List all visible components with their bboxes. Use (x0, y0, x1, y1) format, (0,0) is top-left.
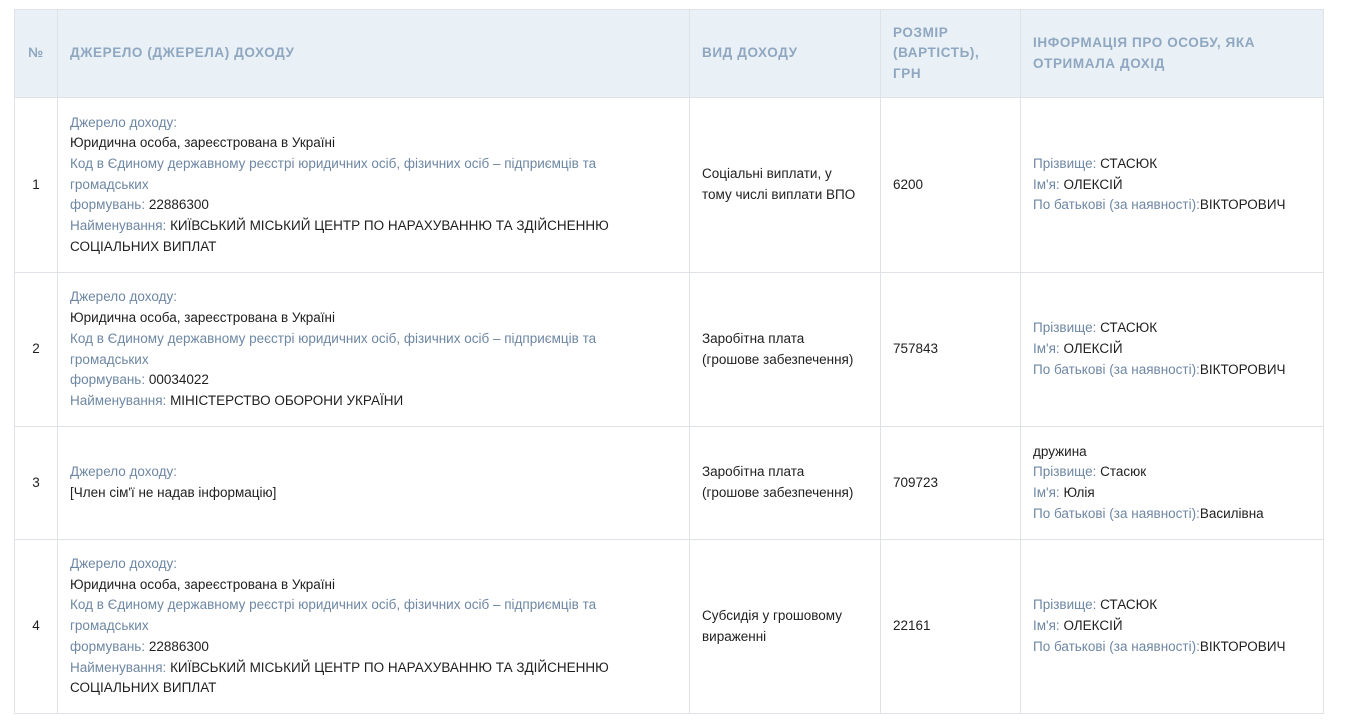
person-cell: Прізвище: СТАСЮК Ім'я: ОЛЕКСІЙ По батько… (1020, 539, 1324, 714)
income-type-line1: Заробітна плата (702, 330, 805, 346)
header-amount-line1: РОЗМІР (893, 24, 949, 40)
income-table-container: № ДЖЕРЕЛО (ДЖЕРЕЛА) ДОХОДУ ВИД ДОХОДУ РО… (14, 9, 1324, 714)
patronymic-label: По батькові (за наявності): (1033, 638, 1200, 654)
header-amount-line3: ГРН (893, 65, 922, 81)
header-person: ІНФОРМАЦІЯ ПРО ОСОБУ, ЯКА ОТРИМАЛА ДОХІД (1020, 9, 1324, 98)
surname-value: СТАСЮК (1100, 155, 1158, 171)
name-label: Найменування: (70, 218, 167, 234)
income-type-cell: Заробітна плата (грошове забезпечення) (689, 272, 881, 427)
source-label: Джерело доходу: (70, 464, 177, 480)
code-value: 00034022 (148, 372, 209, 388)
header-person-line2: ОТРИМАЛА ДОХІД (1033, 55, 1165, 71)
first-name-value: ОЛЕКСІЙ (1063, 618, 1123, 634)
income-type-line2: вираженні (702, 628, 767, 644)
person-cell: Прізвище: СТАСЮК Ім'я: ОЛЕКСІЙ По батько… (1020, 272, 1324, 427)
code-label: Код в Єдиному державному реєстрі юридичн… (70, 155, 597, 192)
header-num: № (14, 9, 58, 98)
first-name-label: Ім'я: (1033, 618, 1060, 634)
code-label-cont: формувань: (70, 372, 146, 388)
source-label: Джерело доходу: (70, 289, 177, 305)
row-num: 3 (14, 426, 58, 540)
patronymic-value: ВІКТОРОВИЧ (1199, 197, 1286, 213)
amount-cell: 6200 (880, 97, 1021, 273)
table-row: 1 Джерело доходу: Юридична особа, зареєс… (14, 97, 1324, 273)
code-label: Код в Єдиному державному реєстрі юридичн… (70, 330, 597, 367)
source-label: Джерело доходу: (70, 556, 177, 572)
surname-label: Прізвище: (1033, 464, 1097, 480)
first-name-label: Ім'я: (1033, 485, 1060, 500)
code-label: Код в Єдиному державному реєстрі юридичн… (70, 597, 597, 634)
source-type: Юридична особа, зареєстрована в Україні (70, 135, 336, 151)
row-num: 2 (14, 272, 58, 427)
name-value-cont: СОЦІАЛЬНИХ ВИПЛАТ (70, 680, 217, 696)
header-amount: РОЗМІР (ВАРТІСТЬ), ГРН (880, 9, 1021, 98)
surname-value: СТАСЮК (1100, 320, 1158, 336)
header-amount-line2: (ВАРТІСТЬ), (893, 45, 980, 61)
name-value: КИЇВСЬКИЙ МІСЬКИЙ ЦЕНТР ПО НАРАХУВАННЮ Т… (170, 659, 609, 675)
income-table: № ДЖЕРЕЛО (ДЖЕРЕЛА) ДОХОДУ ВИД ДОХОДУ РО… (14, 9, 1324, 714)
income-type-line1: Соціальні виплати, у (702, 166, 832, 182)
source-cell: Джерело доходу: Юридична особа, зареєстр… (57, 272, 690, 427)
income-type-line1: Заробітна плата (702, 464, 805, 480)
code-value: 22886300 (148, 197, 209, 213)
header-income-type: ВИД ДОХОДУ (689, 9, 881, 98)
patronymic-label: По батькові (за наявності): (1033, 505, 1200, 521)
surname-label: Прізвище: (1033, 155, 1097, 171)
amount-cell: 757843 (880, 272, 1021, 427)
first-name-value: Юлія (1063, 485, 1095, 500)
header-person-line1: ІНФОРМАЦІЯ ПРО ОСОБУ, ЯКА (1033, 35, 1256, 50)
surname-value: СТАСЮК (1100, 597, 1158, 613)
name-value: КИЇВСЬКИЙ МІСЬКИЙ ЦЕНТР ПО НАРАХУВАННЮ Т… (170, 218, 609, 234)
source-cell: Джерело доходу: Юридична особа, зареєстр… (57, 539, 690, 714)
income-type-cell: Соціальні виплати, у тому числі виплати … (689, 97, 881, 273)
source-type: Юридична особа, зареєстрована в Україні (70, 576, 336, 592)
person-cell: дружина Прізвище: Стасюк Ім'я: Юлія По б… (1020, 426, 1324, 540)
surname-label: Прізвище: (1033, 597, 1097, 613)
code-label-cont: формувань: (70, 197, 146, 213)
patronymic-label: По батькові (за наявності): (1033, 197, 1200, 213)
row-num: 1 (14, 97, 58, 273)
person-cell: Прізвище: СТАСЮК Ім'я: ОЛЕКСІЙ По батько… (1020, 97, 1324, 273)
amount-cell: 22161 (880, 539, 1021, 714)
name-value: МІНІСТЕРСТВО ОБОРОНИ УКРАЇНИ (170, 392, 404, 408)
table-row: 4 Джерело доходу: Юридична особа, зареєс… (14, 539, 1324, 714)
table-row: 2 Джерело доходу: Юридична особа, зареєс… (14, 272, 1324, 427)
source-label: Джерело доходу: (70, 114, 177, 130)
patronymic-value: Василівна (1199, 505, 1264, 521)
patronymic-label: По батькові (за наявності): (1033, 361, 1200, 377)
income-type-line2: (грошове забезпечення) (702, 485, 854, 500)
first-name-value: ОЛЕКСІЙ (1063, 341, 1123, 357)
source-note: [Член сім'ї не надав інформацію] (70, 485, 277, 500)
income-type-line1: Субсидія у грошовому (702, 607, 842, 623)
source-cell: Джерело доходу: [Член сім'ї не надав інф… (57, 426, 690, 540)
income-type-cell: Заробітна плата (грошове забезпечення) (689, 426, 881, 540)
header-source: ДЖЕРЕЛО (ДЖЕРЕЛА) ДОХОДУ (57, 9, 690, 98)
table-header-row: № ДЖЕРЕЛО (ДЖЕРЕЛА) ДОХОДУ ВИД ДОХОДУ РО… (14, 9, 1324, 98)
income-type-line2: (грошове забезпечення) (702, 351, 854, 367)
patronymic-value: ВІКТОРОВИЧ (1199, 361, 1286, 377)
patronymic-value: ВІКТОРОВИЧ (1199, 638, 1286, 654)
surname-value: Стасюк (1100, 464, 1147, 480)
relation-value: дружина (1033, 443, 1087, 459)
income-type-cell: Субсидія у грошовому вираженні (689, 539, 881, 714)
name-label: Найменування: (70, 659, 167, 675)
first-name-label: Ім'я: (1033, 341, 1060, 357)
row-num: 4 (14, 539, 58, 714)
source-cell: Джерело доходу: Юридична особа, зареєстр… (57, 97, 690, 273)
first-name-value: ОЛЕКСІЙ (1063, 176, 1123, 192)
name-value-cont: СОЦІАЛЬНИХ ВИПЛАТ (70, 238, 217, 254)
first-name-label: Ім'я: (1033, 176, 1060, 192)
surname-label: Прізвище: (1033, 320, 1097, 336)
income-type-line2: тому числі виплати ВПО (702, 187, 856, 202)
amount-cell: 709723 (880, 426, 1021, 540)
code-label-cont: формувань: (70, 638, 146, 654)
table-row: 3 Джерело доходу: [Член сім'ї не надав і… (14, 426, 1324, 540)
code-value: 22886300 (148, 638, 209, 654)
source-type: Юридична особа, зареєстрована в Україні (70, 310, 336, 326)
name-label: Найменування: (70, 392, 167, 408)
